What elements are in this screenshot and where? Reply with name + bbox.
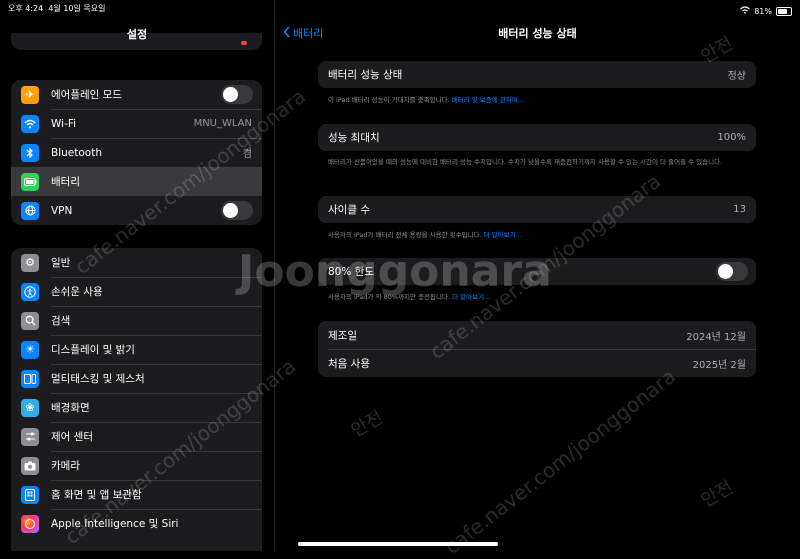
multitasking-icon — [21, 369, 39, 388]
battery-health-label: 배터리 성능 상태 — [328, 69, 403, 81]
wifi-status-icon — [740, 6, 751, 16]
status-time-date: 오후 4:24 4월 10일 목요일 — [8, 3, 105, 19]
sidebar-item-label: 카메라 — [51, 460, 80, 472]
battery-warranty-link[interactable]: 배터리 및 보증에 관하여... — [452, 96, 524, 104]
sidebar-title: 설정 — [126, 28, 148, 41]
sidebar-item-control-center[interactable]: 제어 센터 — [11, 422, 262, 451]
battery-status-icon — [776, 6, 792, 16]
first-use-value: 2025년 2월 — [692, 359, 746, 371]
first-use-row: 처음 사용 2025년 2월 — [318, 349, 756, 377]
cycle-count-value: 13 — [733, 204, 746, 215]
charge-limit-label: 80% 한도 — [328, 266, 374, 278]
footer-text: 이 iPad 배터리 성능이 기대치를 충족합니다. — [328, 96, 452, 104]
manufacture-date-label: 제조일 — [328, 329, 357, 342]
sidebar-item-airplane-mode[interactable]: ✈ 에어플레인 모드 — [11, 80, 262, 109]
status-indicators: 81% — [740, 3, 792, 19]
search-icon — [21, 311, 39, 330]
status-time: 오후 4:24 — [8, 4, 44, 13]
sidebar-item-vpn[interactable]: VPN — [11, 196, 262, 225]
battery-health-card: 배터리 성능 상태 정상 — [318, 61, 756, 88]
limit-learn-more-link[interactable]: 더 알아보기... — [452, 293, 490, 301]
max-capacity-row: 성능 최대치 100% — [318, 124, 756, 151]
manufacture-date-row: 제조일 2024년 12월 — [318, 321, 756, 349]
siri-icon — [21, 514, 39, 533]
sidebar-item-label: Apple Intelligence 및 Siri — [51, 518, 179, 530]
sidebar-item-label: 에어플레인 모드 — [51, 89, 122, 101]
sidebar-item-label: 멀티태스킹 및 제스처 — [51, 373, 145, 385]
cycle-count-label: 사이클 수 — [328, 204, 370, 216]
general-group: ⚙ 일반 손쉬운 사용 검색 ☀ 디스플레이 및 밝기 멀티태스킹 및 제스처 — [11, 248, 262, 551]
sidebar-item-label: 제어 센터 — [51, 431, 93, 443]
battery-health-row: 배터리 성능 상태 정상 — [318, 61, 756, 88]
wifi-icon — [21, 114, 39, 133]
cycle-learn-more-link[interactable]: 더 알아보기... — [484, 231, 522, 239]
wifi-network-value: MNU_WLAN — [193, 118, 252, 129]
footer-text: 사용자의 iPad가 약 80%까지만 충전됩니다. — [328, 293, 453, 301]
sidebar-item-label: VPN — [51, 204, 73, 217]
bluetooth-status-value: 켬 — [242, 149, 252, 160]
sidebar-item-label: 배터리 — [51, 176, 80, 188]
sidebar-item-siri[interactable]: Apple Intelligence 및 Siri — [11, 509, 262, 538]
battery-health-pane: 81% 배터리 배터리 성능 상태 배터리 성능 상태 정상 이 iPad 배터… — [275, 0, 800, 551]
charge-limit-toggle[interactable] — [716, 262, 748, 281]
connectivity-group: ✈ 에어플레인 모드 Wi-Fi MNU_WLAN Bluetooth 켬 배터… — [11, 80, 262, 225]
accessibility-icon — [21, 282, 39, 301]
camera-icon — [21, 456, 39, 475]
cycle-count-card: 사이클 수 13 — [318, 196, 756, 223]
sidebar-item-camera[interactable]: 카메라 — [11, 451, 262, 480]
sidebar-item-home-screen[interactable]: 홈 화면 및 앱 보관함 — [11, 480, 262, 509]
sidebar-item-search[interactable]: 검색 — [11, 306, 262, 335]
sidebar-item-label: 디스플레이 및 밝기 — [51, 344, 135, 356]
battery-percent: 81% — [754, 6, 772, 16]
airplane-mode-toggle[interactable] — [221, 85, 253, 104]
battery-dates-card: 제조일 2024년 12월 처음 사용 2025년 2월 — [318, 321, 756, 377]
sidebar-item-accessibility[interactable]: 손쉬운 사용 — [11, 277, 262, 306]
max-capacity-footer: 배터리가 신품이었을 때의 성능에 대비한 배터리 성능 수치입니다. 수치가 … — [328, 158, 723, 166]
max-capacity-value: 100% — [717, 132, 746, 143]
sidebar-item-label: 검색 — [51, 315, 71, 327]
settings-sidebar: 오후 4:24 4월 10일 목요일 설정 ✈ 에어플레인 모드 Wi-Fi M… — [0, 0, 275, 551]
gear-icon: ⚙ — [21, 253, 39, 272]
sidebar-item-general[interactable]: ⚙ 일반 — [11, 248, 262, 277]
status-date: 4월 10일 목요일 — [48, 4, 106, 13]
sidebar-item-multitasking[interactable]: 멀티태스킹 및 제스처 — [11, 364, 262, 393]
sidebar-item-wallpaper[interactable]: ❀ 배경화면 — [11, 393, 262, 422]
sidebar-item-wifi[interactable]: Wi-Fi MNU_WLAN — [11, 109, 262, 138]
battery-health-footer: 이 iPad 배터리 성능이 기대치를 충족합니다. 배터리 및 보증에 관하여… — [328, 95, 748, 106]
sidebar-item-label: Wi-Fi — [51, 117, 77, 130]
footer-text: 사용자의 iPad가 배터리 전체 용량을 사용한 횟수입니다. — [328, 231, 484, 239]
sidebar-item-bluetooth[interactable]: Bluetooth 켬 — [11, 138, 262, 167]
cycle-count-row: 사이클 수 13 — [318, 196, 756, 223]
max-capacity-card: 성능 최대치 100% — [318, 124, 756, 151]
charge-limit-row: 80% 한도 — [318, 258, 756, 285]
first-use-label: 처음 사용 — [328, 357, 370, 370]
control-center-icon — [21, 427, 39, 446]
sidebar-item-label: Bluetooth — [51, 146, 102, 159]
sidebar-item-display[interactable]: ☀ 디스플레이 및 밝기 — [11, 335, 262, 364]
cycle-count-footer: 사용자의 iPad가 배터리 전체 용량을 사용한 횟수입니다. 더 알아보기.… — [328, 230, 748, 241]
max-capacity-label: 성능 최대치 — [328, 132, 380, 144]
battery-health-value: 정상 — [727, 71, 746, 82]
sidebar-item-label: 배경화면 — [51, 402, 90, 414]
home-indicator[interactable] — [298, 542, 498, 546]
vpn-icon — [21, 201, 39, 220]
sidebar-item-label: 손쉬운 사용 — [51, 286, 103, 298]
home-screen-icon — [21, 485, 39, 504]
airplane-icon: ✈ — [21, 85, 39, 104]
sidebar-item-battery[interactable]: 배터리 — [11, 167, 262, 196]
page-title: 배터리 성능 상태 — [498, 27, 577, 40]
charge-limit-footer: 사용자의 iPad가 약 80%까지만 충전됩니다. 더 알아보기... — [328, 292, 748, 303]
display-icon: ☀ — [21, 340, 39, 359]
sidebar-item-label: 홈 화면 및 앱 보관함 — [51, 489, 142, 501]
manufacture-date-value: 2024년 12월 — [686, 331, 746, 343]
battery-icon — [21, 172, 39, 191]
sidebar-item-label: 일반 — [51, 257, 71, 269]
charge-limit-card: 80% 한도 — [318, 258, 756, 285]
vpn-toggle[interactable] — [221, 201, 253, 220]
wallpaper-icon: ❀ — [21, 398, 39, 417]
bluetooth-icon — [21, 143, 39, 162]
